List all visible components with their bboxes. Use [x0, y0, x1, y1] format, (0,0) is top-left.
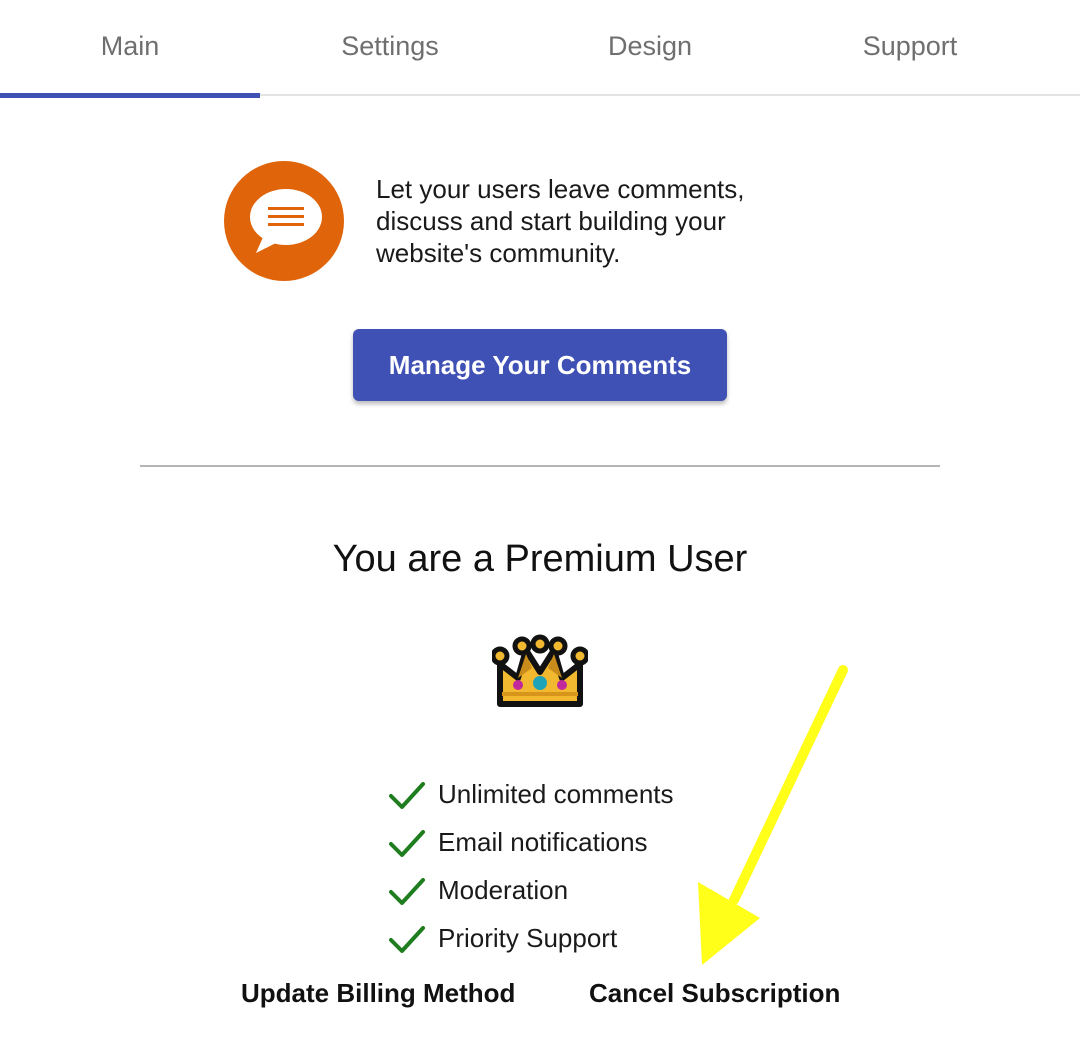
feature-label: Email notifications [438, 826, 648, 857]
tab-support[interactable]: Support [780, 0, 1040, 96]
feature-unlimited-comments: Unlimited comments [388, 770, 674, 818]
checkmark-icon [389, 878, 425, 905]
annotation-arrow-icon [698, 665, 848, 965]
tab-settings[interactable]: Settings [260, 0, 520, 96]
chat-bubble-icon [224, 161, 344, 281]
tab-settings-label: Settings [341, 30, 439, 61]
checkmark-icon [389, 782, 425, 809]
feature-email-notifications: Email notifications [388, 818, 674, 866]
tab-design[interactable]: Design [520, 0, 780, 96]
divider [140, 465, 940, 467]
premium-feature-list: Unlimited comments Email notifications M… [388, 770, 674, 962]
update-billing-method-link[interactable]: Update Billing Method [241, 978, 515, 1009]
manage-comments-button[interactable]: Manage Your Comments [353, 329, 727, 401]
cancel-subscription-link[interactable]: Cancel Subscription [589, 978, 840, 1009]
intro-description: Let your users leave comments, discuss a… [376, 173, 816, 269]
page: Main Settings Design Support Let your us… [0, 0, 1080, 1045]
tab-support-label: Support [862, 30, 958, 61]
intro-line-2: discuss and start building your [376, 206, 726, 236]
tab-main-label: Main [100, 30, 160, 61]
feature-moderation: Moderation [388, 866, 674, 914]
feature-priority-support: Priority Support [388, 914, 674, 962]
intro-line-1: Let your users leave comments, [376, 174, 745, 204]
checkmark-icon [389, 830, 425, 857]
crown-icon [490, 634, 590, 719]
feature-label: Moderation [438, 874, 569, 905]
tab-main[interactable]: Main [0, 0, 260, 98]
tab-design-label: Design [607, 30, 693, 61]
premium-title: You are a Premium User [332, 538, 748, 580]
feature-label: Unlimited comments [438, 778, 674, 809]
intro-line-3: website's community. [376, 238, 621, 268]
manage-comments-button-label: Manage Your Comments [388, 349, 692, 380]
tab-bar: Main Settings Design Support [0, 0, 1080, 98]
checkmark-icon [389, 926, 425, 953]
feature-label: Priority Support [438, 922, 618, 953]
